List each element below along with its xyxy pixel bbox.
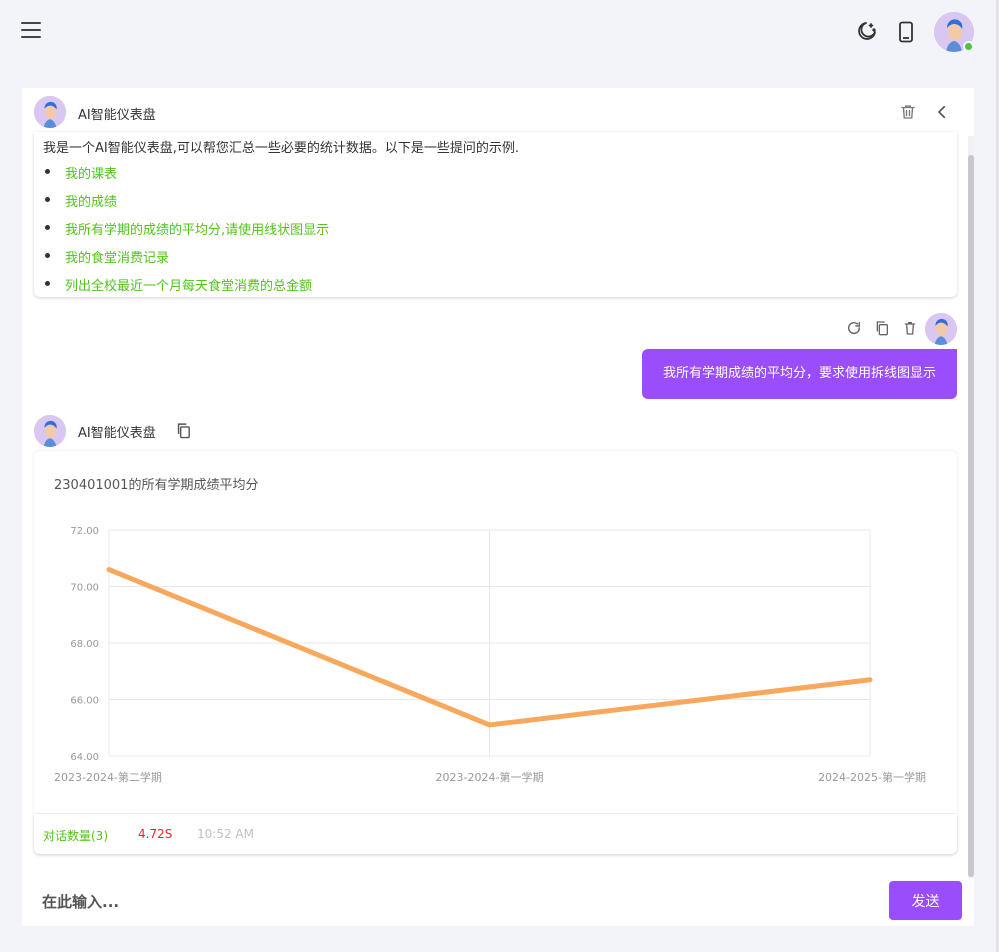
message-input[interactable] [42,890,642,914]
line-chart: 64.00 66.00 68.00 70.00 72.00 2023-2024-第二学期 2… [54,526,926,784]
suggestion-link[interactable]: 我所有学期的成绩的平均分,请使用线状图显示 [65,219,329,238]
intro-text: 我是一个AI智能仪表盘,可以帮您汇总一些必要的统计数据。以下是一些提问的示例. [43,141,519,156]
user-avatar-small [925,313,957,345]
moon-star-icon[interactable] [854,20,878,44]
x-tick-label: 2024-2025-第一学期 [818,770,926,784]
refresh-icon[interactable] [846,320,862,336]
user-message-bubble: 我所有学期成绩的平均分，要求使用拆线图显示 [642,349,957,399]
y-tick-label: 64.00 [70,752,99,763]
copy-icon[interactable] [175,422,192,439]
bullet-dot [45,225,50,230]
bullet-dot [45,169,50,174]
suggestion-link[interactable]: 我的食堂消费记录 [65,247,169,266]
send-button[interactable]: 发送 [889,881,962,920]
y-tick-label: 66.00 [70,696,99,707]
bot-name: AI智能仪表盘 [78,108,156,123]
copy-icon[interactable] [874,320,890,336]
suggestion-link[interactable]: 我的成绩 [65,191,117,210]
message-time: 10:52 AM [197,827,254,841]
intro-message-card: 我是一个AI智能仪表盘,可以帮您汇总一些必要的统计数据。以下是一些提问的示例. … [34,132,957,297]
bot-avatar [34,415,66,447]
message-footer: 对话数量(3) 4.72S 10:52 AM [34,814,957,854]
y-tick-label: 68.00 [70,639,99,650]
mobile-phone-icon[interactable] [894,20,918,44]
bot-avatar [34,96,66,128]
online-status-dot [963,41,974,52]
chart-card: 230401001的所有学期成绩平均分 64.00 66.00 68.00 70.00… [34,451,957,813]
top-bar [0,0,999,64]
x-tick-label: 2023-2024-第二学期 [54,770,162,784]
chevron-left-icon[interactable] [933,103,951,121]
suggestion-link[interactable]: 我的课表 [65,163,117,182]
bullet-dot [45,281,50,286]
response-duration: 4.72S [138,827,173,841]
trash-icon[interactable] [899,103,917,121]
y-tick-label: 70.00 [70,583,99,594]
delete-icon[interactable] [902,320,918,336]
menu-icon[interactable] [21,22,41,40]
x-tick-label: 2023-2024-第一学期 [436,770,544,784]
y-tick-label: 72.00 [70,526,99,537]
bullet-dot [45,197,50,202]
bot-reply-name: AI智能仪表盘 [78,426,156,441]
conversation-count: 对话数量(3) [43,829,108,843]
suggestion-link[interactable]: 列出全校最近一个月每天食堂消费的总金额 [65,275,312,294]
bullet-dot [45,253,50,258]
scrollbar-thumb[interactable] [968,155,974,877]
